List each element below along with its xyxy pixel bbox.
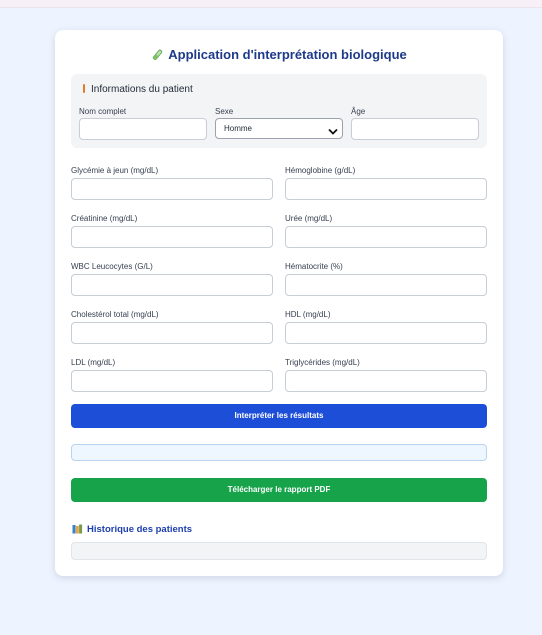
patient-section-heading: Informations du patient [83, 84, 193, 95]
glycemie-input[interactable] [71, 178, 273, 200]
hdl-input[interactable] [285, 322, 487, 344]
hemoglobine-input[interactable] [285, 178, 487, 200]
history-list [71, 542, 487, 560]
uree-input[interactable] [285, 226, 487, 248]
pin-icon [83, 84, 85, 93]
sex-label: Sexe [215, 107, 234, 116]
chevron-down-icon [328, 124, 338, 143]
name-label: Nom complet [79, 107, 127, 116]
ldl-label: LDL (mg/dL) [71, 358, 116, 367]
triglycerides-input[interactable] [285, 370, 487, 392]
hdl-label: HDL (mg/dL) [285, 310, 331, 319]
name-input[interactable] [79, 118, 207, 140]
creatinine-label: Créatinine (mg/dL) [71, 214, 138, 223]
age-input[interactable] [351, 118, 479, 140]
download-pdf-button[interactable]: Télécharger le rapport PDF [71, 478, 487, 502]
page-title: Application d'interprétation biologique [55, 47, 503, 64]
patient-section-title: Informations du patient [91, 84, 193, 95]
hemoglobine-label: Hémoglobine (g/dL) [285, 166, 356, 175]
page-title-text: Application d'interprétation biologique [168, 47, 407, 62]
patient-info-section: Informations du patient Nom complet Sexe… [71, 74, 487, 148]
history-title-text: Historique des patients [87, 524, 193, 535]
history-heading: Historique des patients [72, 524, 192, 537]
uree-label: Urée (mg/dL) [285, 214, 333, 223]
test-tube-icon [151, 49, 163, 64]
books-icon [72, 524, 83, 537]
result-box [71, 444, 487, 461]
creatinine-input[interactable] [71, 226, 273, 248]
app-card: Application d'interprétation biologique … [55, 30, 503, 576]
browser-top-strip [0, 0, 542, 8]
sex-select[interactable]: Homme [215, 118, 343, 139]
sex-select-value: Homme [224, 124, 253, 133]
glycemie-label: Glycémie à jeun (mg/dL) [71, 166, 159, 175]
cholesterol-input[interactable] [71, 322, 273, 344]
interpret-button[interactable]: Interpréter les résultats [71, 404, 487, 428]
hematocrite-input[interactable] [285, 274, 487, 296]
wbc-label: WBC Leucocytes (G/L) [71, 262, 153, 271]
hematocrite-label: Hématocrite (%) [285, 262, 343, 271]
wbc-input[interactable] [71, 274, 273, 296]
triglycerides-label: Triglycérides (mg/dL) [285, 358, 360, 367]
age-label: Âge [351, 107, 366, 116]
ldl-input[interactable] [71, 370, 273, 392]
cholesterol-label: Cholestérol total (mg/dL) [71, 310, 159, 319]
